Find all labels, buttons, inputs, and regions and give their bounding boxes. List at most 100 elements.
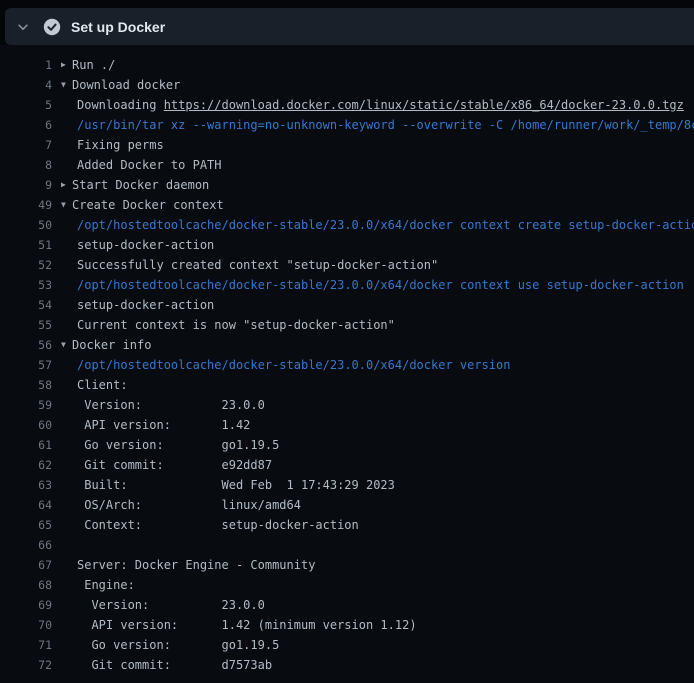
command-line-text: /opt/hostedtoolcache/docker-stable/23.0.…	[77, 215, 694, 235]
triangle-collapsed-icon[interactable]: ▶	[61, 175, 72, 195]
group-title: Start Docker daemon	[72, 178, 209, 192]
log-line: 58 Client:	[0, 375, 694, 395]
command-line-text: /opt/hostedtoolcache/docker-stable/23.0.…	[77, 355, 510, 375]
step-header[interactable]: Set up Docker	[5, 8, 694, 45]
log-line-text: Git commit: d7573ab	[77, 655, 272, 675]
log-line-text: Built: Wed Feb 1 17:43:29 2023	[77, 475, 395, 495]
log-line: 8 Added Docker to PATH	[0, 155, 694, 175]
log-line-text: Current context is now "setup-docker-act…	[77, 315, 395, 335]
line-number[interactable]: 56	[0, 335, 52, 355]
log-line: 61 Go version: go1.19.5	[0, 435, 694, 455]
chevron-down-icon[interactable]	[15, 19, 31, 35]
log-line: 72 Git commit: d7573ab	[0, 655, 694, 675]
triangle-expanded-icon[interactable]: ▼	[61, 195, 72, 215]
group-title: Docker info	[72, 338, 151, 352]
line-number[interactable]: 57	[0, 355, 52, 375]
log-line-text: Successfully created context "setup-dock…	[77, 255, 438, 275]
triangle-expanded-icon[interactable]: ▼	[61, 335, 72, 355]
log-line-text: Version: 23.0.0	[77, 395, 265, 415]
line-number[interactable]: 60	[0, 415, 52, 435]
line-number[interactable]: 4	[0, 75, 52, 95]
log-line: 4 ▼Download docker	[0, 75, 694, 95]
line-number[interactable]: 67	[0, 555, 52, 575]
log-line-text: API version: 1.42 (minimum version 1.12)	[77, 615, 417, 635]
line-number[interactable]: 8	[0, 155, 52, 175]
log-line: 64 OS/Arch: linux/amd64	[0, 495, 694, 515]
log-line: 7 Fixing perms	[0, 135, 694, 155]
log-line-text: Client:	[77, 375, 128, 395]
line-number[interactable]: 54	[0, 295, 52, 315]
log-line: 6/usr/bin/tar xz --warning=no-unknown-ke…	[0, 115, 694, 135]
log-line-text: Engine:	[77, 575, 135, 595]
line-number[interactable]: 66	[0, 535, 52, 555]
line-number[interactable]: 68	[0, 575, 52, 595]
line-number[interactable]: 62	[0, 455, 52, 475]
log-line-text: Fixing perms	[77, 135, 164, 155]
log-line: 5 Downloading https://download.docker.com…	[0, 95, 694, 115]
log-line: 68 Engine:	[0, 575, 694, 595]
line-number[interactable]: 49	[0, 195, 52, 215]
group-header[interactable]: ▼Create Docker context	[61, 195, 224, 215]
line-number[interactable]: 53	[0, 275, 52, 295]
group-header[interactable]: ▼Docker info	[61, 335, 151, 355]
line-number[interactable]: 59	[0, 395, 52, 415]
group-title: Create Docker context	[72, 198, 224, 212]
command-line-text: /opt/hostedtoolcache/docker-stable/23.0.…	[77, 275, 684, 295]
log-line: 53/opt/hostedtoolcache/docker-stable/23.…	[0, 275, 694, 295]
log-line-text: OS/Arch: linux/amd64	[77, 495, 301, 515]
log-link[interactable]: https://download.docker.com/linux/static…	[164, 98, 684, 112]
line-number[interactable]: 1	[0, 55, 52, 75]
line-number[interactable]: 72	[0, 655, 52, 675]
line-number[interactable]: 58	[0, 375, 52, 395]
log-line: 50/opt/hostedtoolcache/docker-stable/23.…	[0, 215, 694, 235]
log-line-text: Context: setup-docker-action	[77, 515, 359, 535]
log-line: 62 Git commit: e92dd87	[0, 455, 694, 475]
log-line: 66	[0, 535, 694, 555]
log-viewer: 1▶Run ./4▼Download docker5Downloading ht…	[0, 45, 694, 683]
line-number[interactable]: 6	[0, 115, 52, 135]
log-line: 55 Current context is now "setup-docker-a…	[0, 315, 694, 335]
group-title: Run ./	[72, 58, 115, 72]
log-line: 54setup-docker-action	[0, 295, 694, 315]
log-line: 65 Context: setup-docker-action	[0, 515, 694, 535]
log-line: 9 ▶Start Docker daemon	[0, 175, 694, 195]
line-number[interactable]: 69	[0, 595, 52, 615]
line-number[interactable]: 51	[0, 235, 52, 255]
log-line: 1 ▶Run ./	[0, 55, 694, 75]
log-line-text: Go version: go1.19.5	[77, 435, 279, 455]
group-title: Download docker	[72, 78, 180, 92]
group-header[interactable]: ▶Start Docker daemon	[61, 175, 209, 195]
log-line-text: Go version: go1.19.5	[77, 635, 279, 655]
log-line: 56 ▼Docker info	[0, 335, 694, 355]
line-number[interactable]: 50	[0, 215, 52, 235]
log-line: 59 Version: 23.0.0	[0, 395, 694, 415]
line-number[interactable]: 64	[0, 495, 52, 515]
triangle-expanded-icon[interactable]: ▼	[61, 75, 72, 95]
line-number[interactable]: 65	[0, 515, 52, 535]
line-number[interactable]: 5	[0, 95, 52, 115]
log-line: 51setup-docker-action	[0, 235, 694, 255]
line-number[interactable]: 9	[0, 175, 52, 195]
log-line: 71 Go version: go1.19.5	[0, 635, 694, 655]
line-number[interactable]: 63	[0, 475, 52, 495]
log-line: 60 API version: 1.42	[0, 415, 694, 435]
line-number[interactable]: 70	[0, 615, 52, 635]
log-line-text: Added Docker to PATH	[77, 155, 222, 175]
group-header[interactable]: ▼Download docker	[61, 75, 180, 95]
group-header[interactable]: ▶Run ./	[61, 55, 115, 75]
line-number[interactable]: 52	[0, 255, 52, 275]
line-number[interactable]: 71	[0, 635, 52, 655]
triangle-collapsed-icon[interactable]: ▶	[61, 55, 72, 75]
log-line: 57/opt/hostedtoolcache/docker-stable/23.…	[0, 355, 694, 375]
check-circle-icon	[43, 18, 61, 36]
step-title: Set up Docker	[71, 19, 165, 35]
log-line-text: Downloading https://download.docker.com/…	[77, 95, 684, 115]
log-line: 70 API version: 1.42 (minimum version 1.…	[0, 615, 694, 635]
log-text: Downloading	[77, 98, 164, 112]
line-number[interactable]: 55	[0, 315, 52, 335]
line-number[interactable]: 61	[0, 435, 52, 455]
log-line-text: Server: Docker Engine - Community	[77, 555, 315, 575]
log-line-text: API version: 1.42	[77, 415, 250, 435]
line-number[interactable]: 7	[0, 135, 52, 155]
log-line: 67 Server: Docker Engine - Community	[0, 555, 694, 575]
